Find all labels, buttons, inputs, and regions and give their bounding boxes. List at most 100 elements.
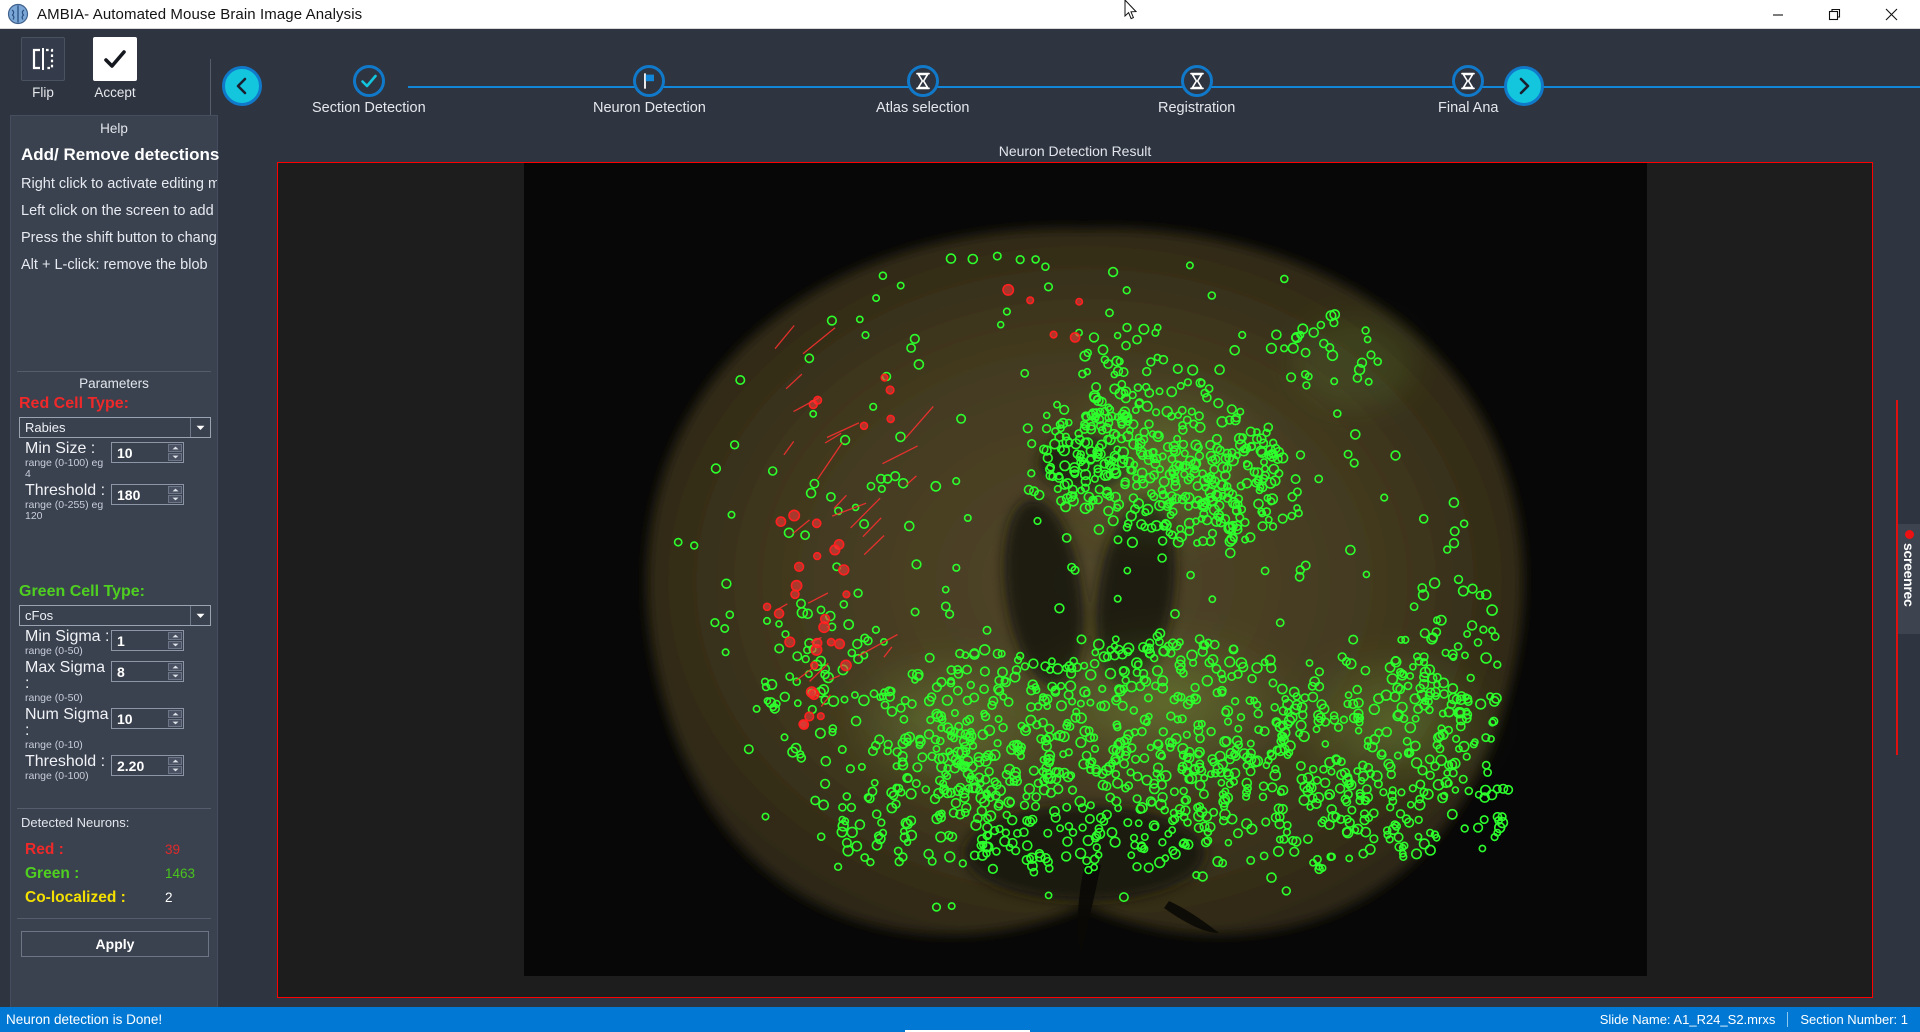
count-value: 1463 [165, 866, 196, 881]
red-cell-type-select[interactable]: Rabies [19, 417, 211, 438]
field-range: range (0-100) eg 4 [25, 457, 104, 480]
green-cell-type-value: cFos [25, 608, 54, 623]
record-dot-icon [1904, 530, 1914, 539]
spinner-down-icon[interactable] [168, 641, 182, 649]
count-label: Red : [25, 841, 64, 858]
field-label: Threshold : [25, 482, 106, 499]
red-min-size-stepper[interactable]: 10 [111, 442, 184, 463]
spinner-up-icon[interactable] [168, 757, 182, 765]
detected-row-red: Red : 39 [11, 841, 217, 859]
accept-button[interactable]: Accept [79, 37, 151, 100]
accept-label: Accept [94, 85, 136, 100]
step-atlas-selection[interactable]: Atlas selection [876, 65, 970, 116]
hourglass-icon [906, 65, 939, 97]
spinner-up-icon[interactable] [168, 663, 182, 671]
field-value: 1 [117, 632, 125, 649]
flip-label: Flip [32, 85, 54, 100]
flip-icon [21, 37, 65, 81]
help-line: Press the shift button to change tl [21, 230, 217, 246]
image-viewer: Neuron Detection Result [277, 142, 1873, 1000]
slide-name: Slide Name: A1_R24_S2.mrxs [1599, 1012, 1776, 1027]
help-header: Help [100, 121, 128, 136]
spinner-buttons[interactable] [168, 663, 182, 680]
check-icon [93, 37, 137, 81]
check-icon [352, 65, 385, 97]
chevron-down-icon[interactable] [190, 418, 210, 437]
status-bar: Neuron detection is Done! Slide Name: A1… [0, 1007, 1920, 1032]
green-threshold-stepper[interactable]: 2.20 [111, 755, 184, 776]
hourglass-icon [1452, 65, 1485, 97]
field-label: Min Sigma : [25, 628, 110, 645]
left-sidebar: Help Add/ Remove detections Right click … [10, 115, 219, 1012]
green-num-sigma-stepper[interactable]: 10 [111, 708, 184, 729]
apply-button[interactable]: Apply [21, 931, 209, 957]
field-value: 8 [117, 663, 125, 680]
green-num-sigma-field: Num Sigma : range (0-10) 10 [11, 707, 217, 751]
detection-canvas[interactable] [277, 162, 1873, 998]
viewer-title: Neuron Detection Result [998, 143, 1152, 159]
spinner-up-icon[interactable] [168, 444, 182, 452]
red-min-size-field: Min Size : range (0-100) eg 4 10 [11, 441, 217, 480]
window-title: AMBIA- Automated Mouse Brain Image Analy… [37, 5, 363, 23]
spinner-up-icon[interactable] [168, 710, 182, 718]
red-threshold-stepper[interactable]: 180 [111, 484, 184, 505]
field-value: 180 [117, 486, 141, 503]
toolbar-ribbon: Flip Accept Section Detection Neuron Det… [0, 29, 1920, 121]
field-range: range (0-100) [25, 770, 89, 782]
step-neuron-detection[interactable]: Neuron Detection [593, 65, 706, 116]
spinner-up-icon[interactable] [168, 632, 182, 640]
status-message: Neuron detection is Done! [6, 1012, 163, 1027]
detected-row-colocalized: Co-localized : 2 [11, 889, 217, 907]
flip-button[interactable]: Flip [7, 37, 79, 100]
spinner-down-icon[interactable] [168, 672, 182, 680]
spinner-down-icon[interactable] [168, 495, 182, 503]
step-final-analysis[interactable]: Final Ana [1438, 65, 1498, 116]
field-label: Max Sigma : [25, 659, 106, 692]
close-icon[interactable] [1863, 0, 1920, 29]
spinner-buttons[interactable] [168, 486, 182, 503]
green-cell-type-title: Green Cell Type: [19, 583, 145, 600]
step-label: Neuron Detection [593, 100, 706, 116]
field-value: 10 [117, 444, 133, 461]
field-label: Num Sigma : [25, 706, 109, 739]
green-max-sigma-stepper[interactable]: 8 [111, 661, 184, 682]
field-range: range (0-50) [25, 692, 83, 704]
green-threshold-field: Threshold : range (0-100) 2.20 [11, 754, 217, 782]
count-value: 2 [165, 890, 173, 905]
help-line: Alt + L-click: remove the blob [21, 257, 208, 273]
step-section-detection[interactable]: Section Detection [312, 65, 426, 116]
red-cell-type-title: Red Cell Type: [19, 395, 129, 412]
step-label: Final Ana [1438, 100, 1499, 116]
brain-icon [7, 3, 29, 25]
field-value: 2.20 [117, 757, 145, 774]
spinner-down-icon[interactable] [168, 453, 182, 461]
next-step-button[interactable] [1504, 66, 1544, 106]
spinner-buttons[interactable] [168, 632, 182, 649]
spinner-up-icon[interactable] [168, 486, 182, 494]
chevron-right-icon [1519, 77, 1530, 95]
brain-section-image[interactable] [524, 163, 1647, 976]
previous-step-button[interactable] [222, 66, 262, 106]
spinner-down-icon[interactable] [168, 719, 182, 727]
count-label: Co-localized : [25, 889, 126, 906]
mouse-cursor [1124, 0, 1138, 22]
step-registration[interactable]: Registration [1158, 65, 1235, 116]
chevron-down-icon[interactable] [190, 606, 210, 625]
minimize-icon[interactable] [1749, 0, 1806, 29]
count-label: Green : [25, 865, 80, 882]
title-bar: AMBIA- Automated Mouse Brain Image Analy… [0, 0, 1920, 29]
screenrec-watermark: screenrec [1898, 524, 1920, 634]
maximize-icon[interactable] [1806, 0, 1863, 29]
spinner-down-icon[interactable] [168, 766, 182, 774]
step-label: Atlas selection [876, 100, 970, 116]
green-min-sigma-stepper[interactable]: 1 [111, 630, 184, 651]
spinner-buttons[interactable] [168, 444, 182, 461]
spinner-buttons[interactable] [168, 757, 182, 774]
flag-icon [633, 65, 666, 97]
spinner-buttons[interactable] [168, 710, 182, 727]
section-number: Section Number: 1 [1800, 1012, 1908, 1027]
application-window: AMBIA- Automated Mouse Brain Image Analy… [0, 0, 1920, 1032]
step-label: Section Detection [312, 100, 426, 116]
field-range: range (0-255) eg 120 [25, 499, 104, 522]
green-cell-type-select[interactable]: cFos [19, 605, 211, 626]
